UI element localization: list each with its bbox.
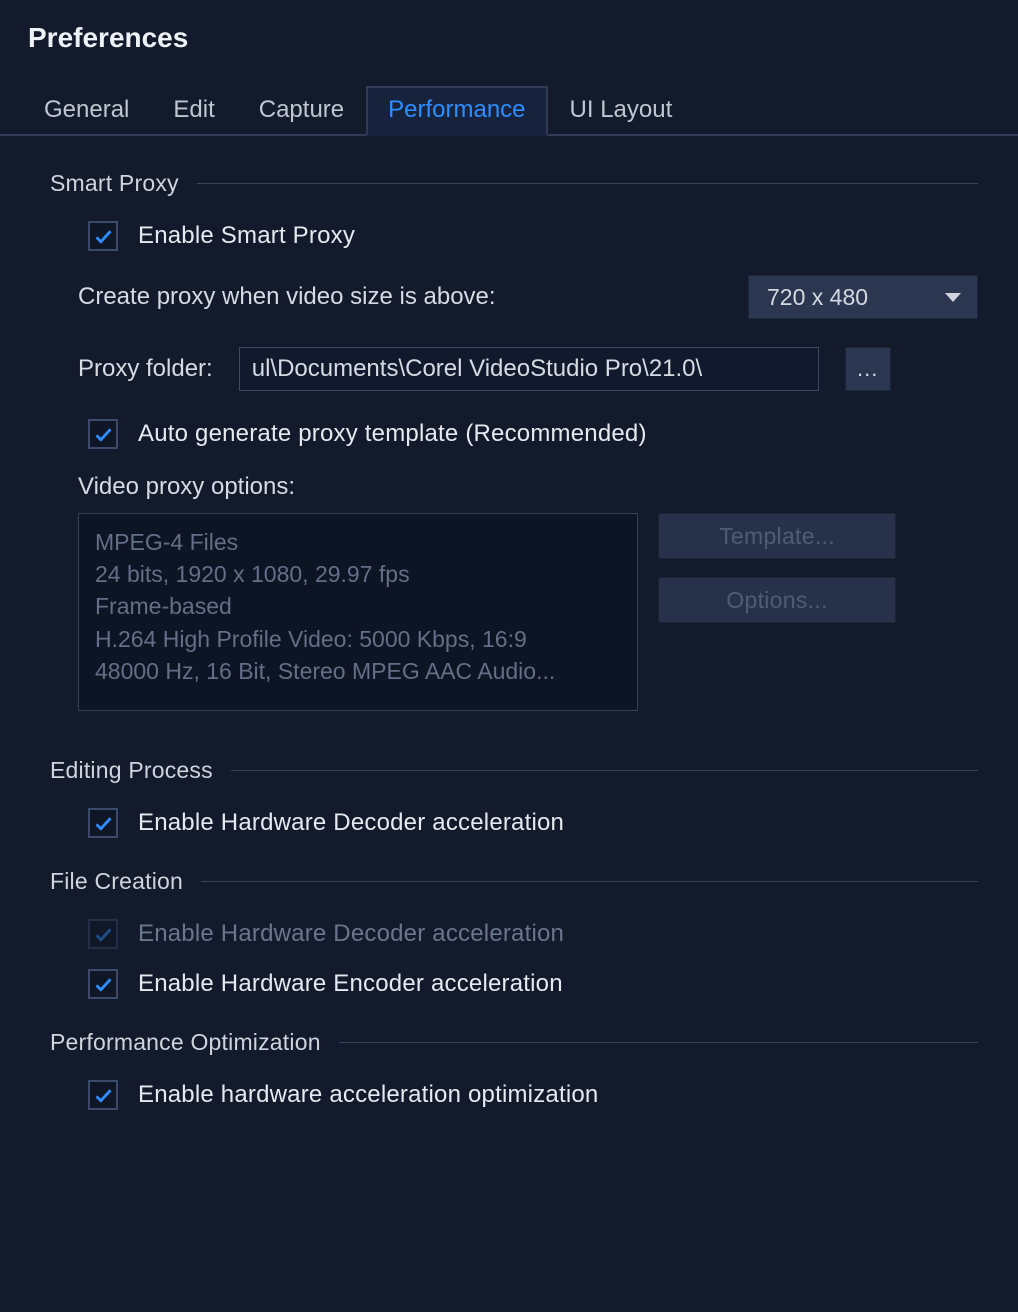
divider (339, 1042, 978, 1043)
proxy-option-line: 24 bits, 1920 x 1080, 29.97 fps (95, 558, 621, 590)
checkbox-auto-generate-template[interactable] (88, 419, 118, 449)
divider (201, 881, 978, 882)
tab-capture[interactable]: Capture (237, 86, 366, 136)
section-title-smart-proxy: Smart Proxy (50, 170, 179, 197)
proxy-side-buttons: Template... Options... (658, 513, 896, 623)
row-filecreate-hw-encoder: Enable Hardware Encoder acceleration (50, 969, 978, 999)
check-icon (93, 813, 114, 834)
section-title-file-creation: File Creation (50, 868, 183, 895)
row-create-proxy-when: Create proxy when video size is above: 7… (50, 275, 978, 319)
row-filecreate-hw-decoder: Enable Hardware Decoder acceleration (50, 919, 978, 949)
options-button[interactable]: Options... (658, 577, 896, 623)
select-proxy-size[interactable]: 720 x 480 (748, 275, 978, 319)
tab-ui-layout[interactable]: UI Layout (548, 86, 695, 136)
check-icon (93, 974, 114, 995)
label-perf-hw-accel: Enable hardware acceleration optimizatio… (132, 1081, 598, 1109)
label-editing-hw-decoder: Enable Hardware Decoder acceleration (132, 809, 564, 837)
label-auto-generate-template: Auto generate proxy template (Recommende… (132, 420, 647, 448)
section-title-performance-optimization: Performance Optimization (50, 1029, 321, 1056)
label-proxy-folder: Proxy folder: (78, 355, 213, 383)
row-perf-hw-accel: Enable hardware acceleration optimizatio… (50, 1080, 978, 1110)
label-enable-smart-proxy: Enable Smart Proxy (132, 222, 355, 250)
label-filecreate-hw-encoder: Enable Hardware Encoder acceleration (132, 970, 563, 998)
video-proxy-options-area: MPEG-4 Files 24 bits, 1920 x 1080, 29.97… (50, 513, 978, 711)
check-icon (93, 226, 114, 247)
row-enable-smart-proxy: Enable Smart Proxy (50, 221, 978, 251)
tab-performance[interactable]: Performance (366, 86, 547, 136)
tab-panel-performance: Smart Proxy Enable Smart Proxy Create pr… (0, 136, 1018, 1110)
checkbox-filecreate-hw-encoder[interactable] (88, 969, 118, 999)
label-create-proxy-when: Create proxy when video size is above: (78, 283, 496, 311)
checkbox-enable-smart-proxy[interactable] (88, 221, 118, 251)
divider (197, 183, 978, 184)
tabs-bar: General Edit Capture Performance UI Layo… (0, 84, 1018, 136)
chevron-down-icon (945, 293, 961, 302)
section-editing-process: Editing Process (50, 757, 978, 784)
proxy-option-line: MPEG-4 Files (95, 526, 621, 558)
video-proxy-options-box: MPEG-4 Files 24 bits, 1920 x 1080, 29.97… (78, 513, 638, 711)
checkbox-filecreate-hw-decoder (88, 919, 118, 949)
page-title: Preferences (0, 0, 1018, 84)
section-smart-proxy: Smart Proxy (50, 170, 978, 197)
select-proxy-size-value: 720 x 480 (767, 284, 868, 311)
row-editing-hw-decoder: Enable Hardware Decoder acceleration (50, 808, 978, 838)
row-auto-generate-template: Auto generate proxy template (Recommende… (50, 419, 978, 449)
label-video-proxy-options: Video proxy options: (78, 473, 295, 501)
section-file-creation: File Creation (50, 868, 978, 895)
check-icon (93, 924, 114, 945)
section-performance-optimization: Performance Optimization (50, 1029, 978, 1056)
row-video-proxy-options-label: Video proxy options: (50, 473, 978, 501)
section-title-editing-process: Editing Process (50, 757, 213, 784)
check-icon (93, 424, 114, 445)
label-filecreate-hw-decoder: Enable Hardware Decoder acceleration (132, 920, 564, 948)
proxy-option-line: H.264 High Profile Video: 5000 Kbps, 16:… (95, 623, 621, 655)
divider (231, 770, 978, 771)
template-button[interactable]: Template... (658, 513, 896, 559)
tab-general[interactable]: General (22, 86, 151, 136)
browse-button[interactable]: ... (845, 347, 891, 391)
checkbox-perf-hw-accel[interactable] (88, 1080, 118, 1110)
checkbox-editing-hw-decoder[interactable] (88, 808, 118, 838)
proxy-option-line: 48000 Hz, 16 Bit, Stereo MPEG AAC Audio.… (95, 655, 621, 687)
preferences-window: Preferences General Edit Capture Perform… (0, 0, 1018, 1312)
tab-edit[interactable]: Edit (151, 86, 236, 136)
row-proxy-folder: Proxy folder: ul\Documents\Corel VideoSt… (50, 347, 978, 391)
input-proxy-folder[interactable]: ul\Documents\Corel VideoStudio Pro\21.0\ (239, 347, 819, 391)
check-icon (93, 1085, 114, 1106)
proxy-option-line: Frame-based (95, 590, 621, 622)
